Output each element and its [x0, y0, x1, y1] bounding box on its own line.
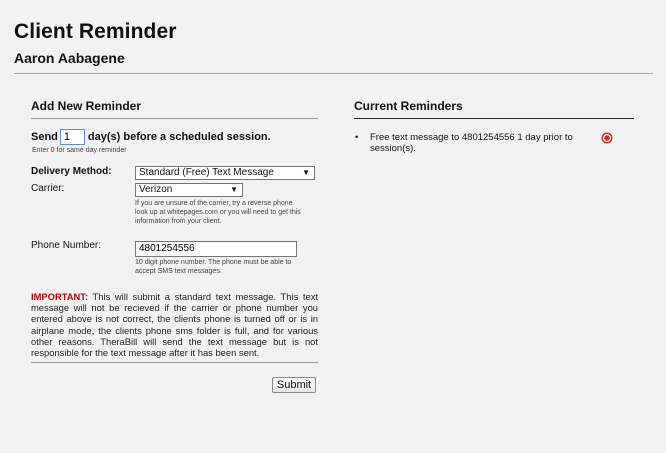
- current-reminders-title: Current Reminders: [354, 99, 463, 113]
- carrier-row: Carrier: Verizon ▼ If you are unsure of …: [31, 183, 318, 226]
- important-notice: IMPORTANT: This will submit a standard t…: [31, 291, 318, 358]
- delete-circle-icon[interactable]: [601, 132, 613, 144]
- add-reminder-panel: Add New Reminder Send day(s) before a sc…: [31, 99, 318, 364]
- client-name: Aaron Aabagene: [14, 50, 125, 66]
- carrier-select[interactable]: Verizon ▼: [135, 183, 243, 197]
- chevron-down-icon: ▼: [302, 168, 310, 177]
- add-reminder-title: Add New Reminder: [31, 99, 142, 113]
- send-days-row: Send day(s) before a scheduled session.: [31, 128, 318, 145]
- days-before-input[interactable]: [59, 128, 85, 145]
- header-divider: [14, 73, 653, 74]
- send-prefix-label: Send: [31, 130, 58, 143]
- send-suffix-label: day(s) before a scheduled session.: [87, 130, 271, 143]
- delivery-method-label: Delivery Method:: [31, 166, 112, 177]
- page-title: Client Reminder: [14, 20, 177, 43]
- add-reminder-divider: [31, 118, 318, 119]
- submit-divider: [31, 362, 318, 364]
- important-label: IMPORTANT:: [31, 291, 89, 302]
- submit-button[interactable]: Submit: [272, 377, 316, 393]
- chevron-down-icon: ▼: [230, 185, 238, 194]
- reminder-text: Free text message to 4801254556 1 day pr…: [370, 132, 573, 154]
- phone-number-label: Phone Number:: [31, 240, 102, 251]
- list-item: • Free text message to 4801254556 1 day …: [354, 132, 604, 154]
- phone-number-hint: 10 digit phone number. The phone must be…: [135, 259, 292, 275]
- delivery-method-row: Delivery Method: Standard (Free) Text Me…: [31, 166, 318, 180]
- current-reminders-divider: [354, 118, 634, 119]
- current-reminders-panel: Current Reminders • Free text message to…: [354, 99, 634, 154]
- bullet-icon: •: [355, 132, 359, 143]
- send-days-hint: Enter 0 for same day reminder: [32, 147, 127, 154]
- carrier-hint: If you are unsure of the carrier, try a …: [135, 200, 301, 225]
- delivery-method-select[interactable]: Standard (Free) Text Message ▼: [135, 166, 315, 180]
- delivery-method-value: Standard (Free) Text Message: [139, 167, 274, 178]
- carrier-value: Verizon: [139, 184, 173, 195]
- phone-number-input[interactable]: [135, 241, 297, 257]
- phone-number-row: Phone Number: 10 digit phone number. The…: [31, 238, 318, 276]
- carrier-label: Carrier:: [31, 183, 65, 194]
